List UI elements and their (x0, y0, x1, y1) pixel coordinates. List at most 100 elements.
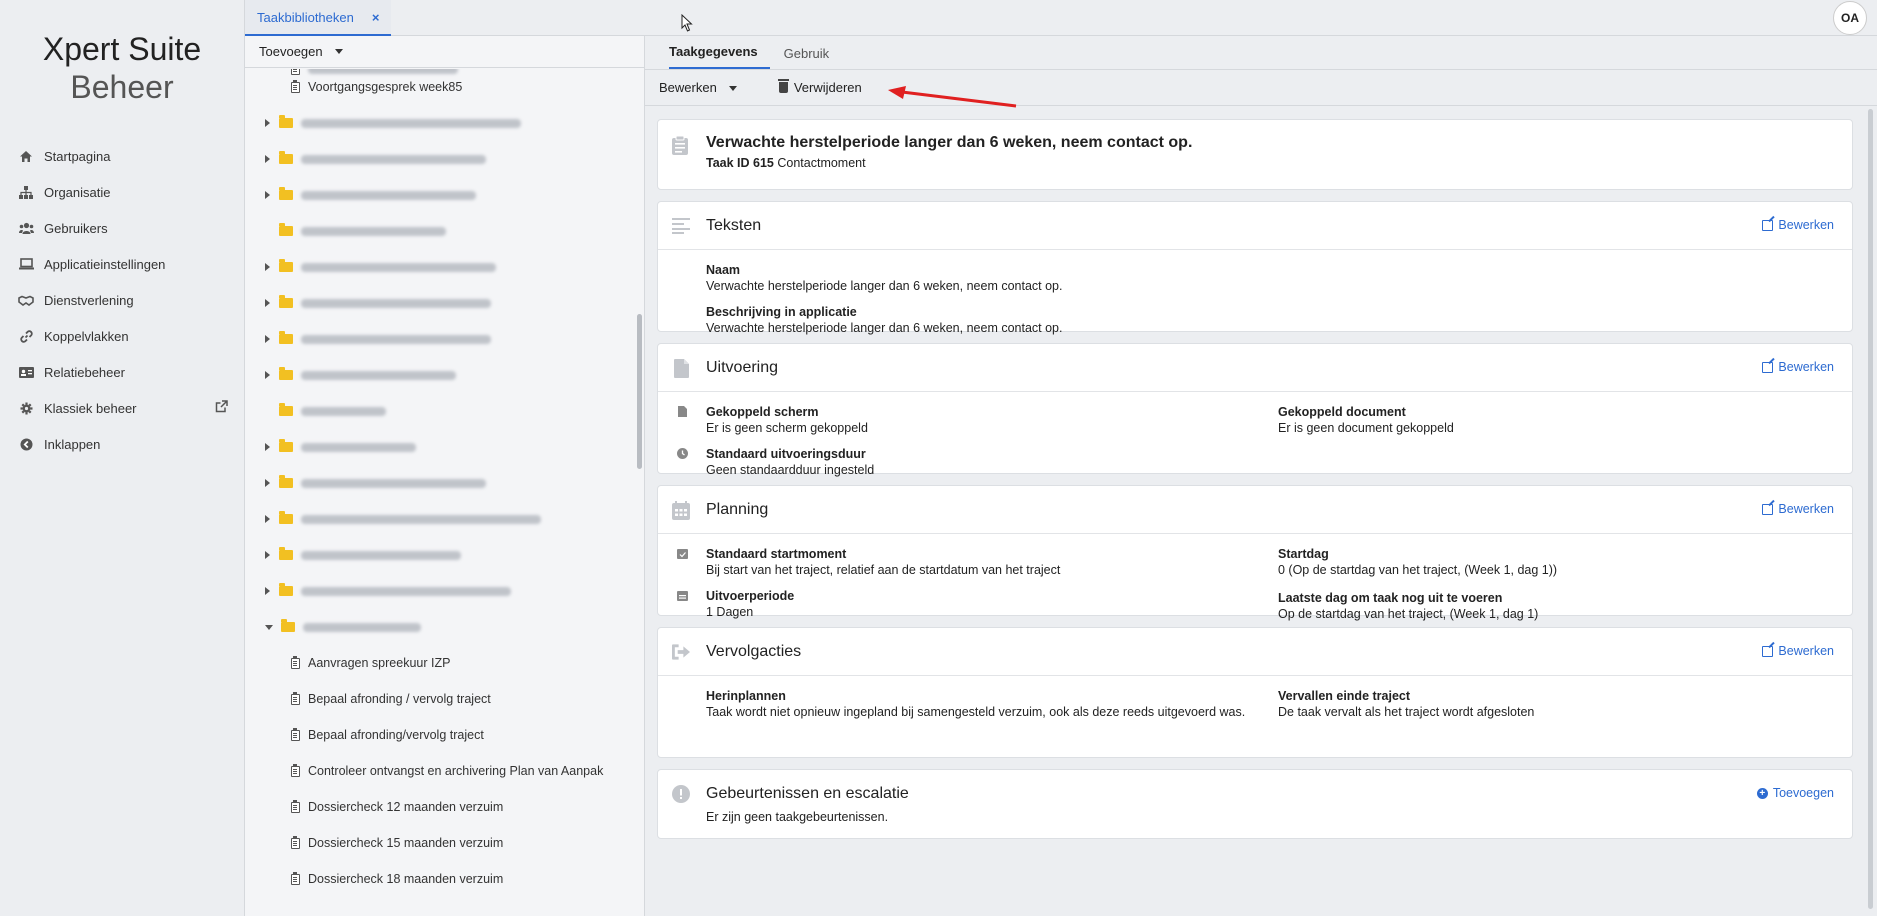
folder-icon (279, 547, 293, 560)
planning-edit-button[interactable]: Bewerken (1762, 502, 1834, 516)
nav-item-organisatie[interactable]: Organisatie (0, 174, 244, 210)
tree-folder[interactable] (265, 249, 496, 285)
tab-taakgegevens[interactable]: Taakgegevens (669, 44, 770, 69)
folder-icon (279, 331, 293, 344)
nav-item-koppelvlakken[interactable]: Koppelvlakken (0, 318, 244, 354)
folder-icon (279, 115, 293, 128)
plus-circle-icon: + (1756, 787, 1768, 799)
tree-leaf[interactable]: Bepaal afronding / vervolg traject (291, 681, 491, 717)
folder-icon (279, 511, 293, 524)
mouse-cursor-icon (681, 14, 693, 32)
texts-edit-label: Bewerken (1778, 218, 1834, 232)
tree-add-dropdown[interactable]: Toevoegen (245, 36, 644, 68)
tree-folder[interactable] (265, 105, 521, 141)
external-link-icon[interactable] (215, 400, 228, 416)
main-nav: Startpagina Organisatie Gebruikers Appli… (0, 138, 244, 462)
followup-title: Vervolgacties (706, 642, 802, 660)
tree-leaf-label: Bepaal afronding/vervolg traject (308, 728, 484, 742)
tree-leaf-label: Dossiercheck 18 maanden verzuim (308, 872, 504, 886)
field-value: Verwachte herstelperiode langer dan 6 we… (706, 321, 1063, 335)
tree-folder[interactable] (265, 501, 541, 537)
obscured-label (301, 190, 476, 200)
chevron-down-icon (334, 49, 343, 54)
tab-taakbibliotheken[interactable]: Taakbibliotheken × (245, 0, 392, 36)
calendar-check-icon (676, 547, 688, 559)
edit-icon (1762, 361, 1774, 373)
tree-leaf[interactable]: Aanvragen spreekuur IZP (291, 645, 450, 681)
tree-list: Voortgangsgesprek week85 Aanvragen spree… (245, 69, 644, 916)
tree-leaf[interactable]: Bepaal afronding/vervolg traject (291, 717, 484, 753)
tree-folder[interactable] (265, 429, 416, 465)
nav-item-startpagina[interactable]: Startpagina (0, 138, 244, 174)
nav-item-dienstverlening[interactable]: Dienstverlening (0, 282, 244, 318)
field-value: Geen standaardduur ingesteld (706, 463, 875, 477)
tree-leaf[interactable]: Voortgangsgesprek week85 (291, 69, 462, 105)
execution-edit-button[interactable]: Bewerken (1762, 360, 1834, 374)
texts-edit-button[interactable]: Bewerken (1762, 218, 1834, 232)
chevron-right-icon[interactable] (265, 479, 270, 487)
tree-leaf[interactable]: Controleer ontvangst en archivering Plan… (291, 753, 603, 789)
chevron-right-icon[interactable] (265, 551, 270, 559)
tree-leaf-label: Dossiercheck 12 maanden verzuim (308, 800, 504, 814)
tree-leaf-label: Controleer ontvangst en archivering Plan… (308, 764, 604, 778)
execution-card: Uitvoering Bewerken Gekoppeld scherm Er … (657, 343, 1853, 477)
tab-gebruik[interactable]: Gebruik (772, 46, 842, 69)
tree-folder[interactable] (265, 285, 491, 321)
chevron-right-icon[interactable] (265, 119, 270, 127)
close-icon[interactable]: × (372, 10, 380, 25)
delete-button[interactable]: Verwijderen (794, 80, 862, 95)
nav-item-inklappen[interactable]: Inklappen (0, 426, 244, 462)
tree-folder-expanded[interactable] (265, 609, 421, 645)
chevron-right-icon[interactable] (265, 155, 270, 163)
execution-edit-label: Bewerken (1778, 360, 1834, 374)
obscured-label (301, 550, 461, 560)
folder-icon (279, 187, 293, 200)
field-label: Naam (706, 263, 741, 277)
folder-icon (279, 259, 293, 272)
task-id: Taak ID 615 (706, 156, 774, 170)
tree-folder[interactable] (265, 357, 456, 393)
tree-leaf[interactable]: Dossiercheck 18 maanden verzuim (291, 861, 503, 897)
tree-folder[interactable] (265, 177, 476, 213)
tree-folder[interactable] (265, 537, 461, 573)
field-label: Gekoppeld document (1278, 405, 1406, 419)
chevron-down-icon[interactable] (265, 624, 273, 630)
field-value: Taak wordt niet opnieuw ingepland bij sa… (706, 705, 1246, 719)
nav-item-klassiek-beheer[interactable]: Klassiek beheer (0, 390, 244, 426)
chevron-right-icon[interactable] (265, 263, 270, 271)
tree-leaf[interactable]: Dossiercheck 12 maanden verzuim (291, 789, 503, 825)
tree-folder[interactable] (265, 573, 511, 609)
field-vervallen: Vervallen einde traject De taak vervalt … (1278, 688, 1534, 720)
detail-scrollbar[interactable] (1868, 109, 1873, 909)
field-label: Laatste dag om taak nog uit te voeren (1278, 591, 1503, 605)
chevron-right-icon[interactable] (265, 299, 270, 307)
obscured-label (301, 298, 491, 308)
nav-item-gebruikers[interactable]: Gebruikers (0, 210, 244, 246)
chevron-right-icon[interactable] (265, 515, 270, 523)
tree-folder[interactable] (265, 321, 491, 357)
user-avatar[interactable]: OA (1833, 1, 1867, 35)
trash-icon (777, 79, 789, 93)
tree-folder[interactable] (265, 393, 386, 429)
followup-edit-button[interactable]: Bewerken (1762, 644, 1834, 658)
chevron-right-icon[interactable] (265, 587, 270, 595)
tree-folder[interactable] (265, 465, 486, 501)
chevron-right-icon[interactable] (265, 335, 270, 343)
nav-item-relatiebeheer[interactable]: Relatiebeheer (0, 354, 244, 390)
exclamation-circle-icon (672, 784, 690, 804)
events-add-button[interactable]: + Toevoegen (1756, 786, 1834, 800)
tree-folder[interactable] (265, 213, 446, 249)
clipboard-icon (291, 799, 300, 813)
sign-out-icon (672, 642, 690, 662)
tree-scrollbar[interactable] (637, 314, 642, 469)
obscured-label (301, 514, 541, 524)
brand-line2: Beheer (70, 69, 174, 105)
planning-edit-label: Bewerken (1778, 502, 1834, 516)
tree-folder[interactable] (265, 141, 486, 177)
chevron-right-icon[interactable] (265, 443, 270, 451)
tree-leaf[interactable]: Dossiercheck 15 maanden verzuim (291, 825, 503, 861)
chevron-right-icon[interactable] (265, 191, 270, 199)
chevron-right-icon[interactable] (265, 371, 270, 379)
edit-dropdown[interactable]: Bewerken (659, 80, 737, 95)
nav-item-applicatieinstellingen[interactable]: Applicatieinstellingen (0, 246, 244, 282)
